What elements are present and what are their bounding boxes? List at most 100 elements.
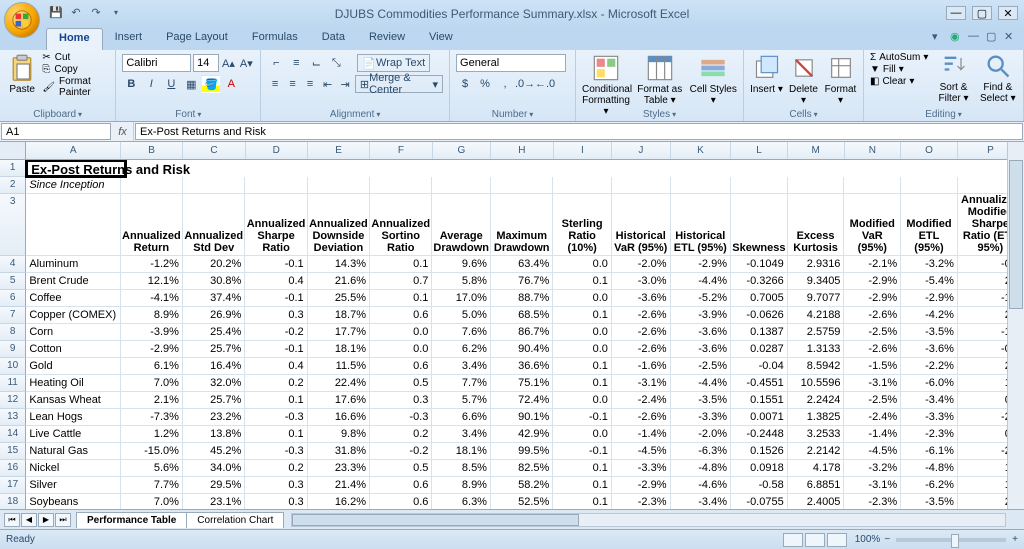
- cell[interactable]: Nickel: [26, 460, 120, 477]
- cell[interactable]: 52.5%: [491, 494, 553, 509]
- clipboard-group-label[interactable]: Clipboard: [0, 109, 115, 120]
- cell[interactable]: Gold: [26, 358, 120, 375]
- comma-icon[interactable]: ,: [496, 75, 514, 93]
- cell[interactable]: Aluminum: [26, 256, 120, 273]
- cell[interactable]: 30.8%: [183, 273, 245, 290]
- cell[interactable]: 17.0%: [432, 290, 491, 307]
- cell[interactable]: 37.4%: [183, 290, 245, 307]
- cell[interactable]: 9.8%: [308, 426, 370, 443]
- cell[interactable]: -6.0%: [901, 375, 958, 392]
- cell[interactable]: -2.4%: [612, 392, 671, 409]
- horizontal-scrollbar[interactable]: [291, 513, 1006, 527]
- cell[interactable]: 75.1%: [491, 375, 553, 392]
- zoom-in-icon[interactable]: +: [1012, 534, 1018, 545]
- cell[interactable]: 34.0%: [183, 460, 245, 477]
- orientation-icon[interactable]: ⤡: [327, 54, 345, 72]
- column-header-N[interactable]: N: [845, 142, 902, 159]
- cell[interactable]: -1.5%: [844, 358, 901, 375]
- cell[interactable]: Annualized Return: [121, 194, 183, 256]
- cell[interactable]: 5.0%: [432, 307, 491, 324]
- align-middle-icon[interactable]: ≡: [287, 54, 305, 72]
- cell[interactable]: 0.5: [370, 375, 432, 392]
- cell[interactable]: -0.1: [553, 443, 612, 460]
- cell[interactable]: -4.4%: [671, 273, 731, 290]
- column-header-F[interactable]: F: [370, 142, 432, 159]
- column-header-I[interactable]: I: [554, 142, 613, 159]
- wrap-text-button[interactable]: 📄 Wrap Text: [357, 54, 430, 72]
- indent-dec-icon[interactable]: ⇤: [320, 75, 336, 93]
- cell[interactable]: -2.9%: [121, 341, 183, 358]
- cell[interactable]: 1.3825: [788, 409, 845, 426]
- cell[interactable]: 90.4%: [491, 341, 553, 358]
- cell[interactable]: -5.2%: [671, 290, 731, 307]
- percent-icon[interactable]: %: [476, 75, 494, 93]
- cell[interactable]: 8.9%: [121, 307, 183, 324]
- cell[interactable]: 25.5%: [308, 290, 370, 307]
- cell[interactable]: 6.2%: [432, 341, 491, 358]
- name-box[interactable]: [1, 123, 111, 140]
- cell[interactable]: 12.1%: [121, 273, 183, 290]
- cell[interactable]: 0.1: [553, 273, 612, 290]
- cell[interactable]: [789, 160, 845, 177]
- row-header-16[interactable]: 16: [0, 460, 26, 477]
- workbook-restore-icon[interactable]: ▢: [986, 30, 1000, 44]
- cell[interactable]: 0.1: [553, 358, 612, 375]
- row-header-10[interactable]: 10: [0, 358, 26, 375]
- cell[interactable]: [432, 177, 491, 194]
- cell[interactable]: -2.6%: [612, 409, 671, 426]
- cell[interactable]: [121, 177, 183, 194]
- cell[interactable]: 0.0: [553, 392, 612, 409]
- cell[interactable]: 45.2%: [183, 443, 245, 460]
- cell[interactable]: -3.5%: [901, 324, 958, 341]
- cell[interactable]: 0.1: [370, 290, 432, 307]
- workbook-min-icon[interactable]: —: [968, 30, 982, 44]
- cell[interactable]: [26, 194, 120, 256]
- cell[interactable]: 42.9%: [491, 426, 553, 443]
- cell[interactable]: -2.5%: [671, 358, 731, 375]
- cell[interactable]: 2.2142: [788, 443, 845, 460]
- cell[interactable]: Annualized Sharpe Ratio: [245, 194, 307, 256]
- cell[interactable]: -0.0626: [731, 307, 788, 324]
- cell[interactable]: 7.0%: [121, 375, 183, 392]
- office-button[interactable]: [4, 2, 40, 38]
- cell[interactable]: -2.0%: [612, 256, 671, 273]
- column-header-M[interactable]: M: [788, 142, 845, 159]
- cell[interactable]: -0.2: [370, 443, 432, 460]
- cell[interactable]: Historical VaR (95%): [612, 194, 671, 256]
- cell[interactable]: 0.1: [245, 392, 307, 409]
- alignment-group-label[interactable]: Alignment: [261, 109, 449, 120]
- align-center-icon[interactable]: ≡: [285, 75, 301, 93]
- cell[interactable]: -15.0%: [121, 443, 183, 460]
- cell[interactable]: 0.6: [370, 494, 432, 509]
- cell[interactable]: Corn: [26, 324, 120, 341]
- cell[interactable]: Cotton: [26, 341, 120, 358]
- column-header-D[interactable]: D: [246, 142, 308, 159]
- cell[interactable]: 17.7%: [308, 324, 370, 341]
- cell[interactable]: -3.6%: [901, 341, 958, 358]
- cell[interactable]: Annualized Downside Deviation: [308, 194, 370, 256]
- cell[interactable]: Historical ETL (95%): [671, 194, 731, 256]
- cell[interactable]: Maximum Drawdown: [491, 194, 553, 256]
- cell[interactable]: -0.3: [245, 409, 307, 426]
- cell[interactable]: -2.3%: [844, 494, 901, 509]
- maximize-button[interactable]: ▢: [972, 6, 992, 20]
- underline-button[interactable]: U: [162, 75, 180, 93]
- view-normal-icon[interactable]: [783, 533, 803, 547]
- cell[interactable]: -3.6%: [612, 290, 671, 307]
- column-header-K[interactable]: K: [671, 142, 731, 159]
- cell[interactable]: -4.5%: [612, 443, 671, 460]
- cell[interactable]: Coffee: [26, 290, 120, 307]
- cell[interactable]: -2.9%: [844, 290, 901, 307]
- row-header-9[interactable]: 9: [0, 341, 26, 358]
- cell[interactable]: Lean Hogs: [26, 409, 120, 426]
- font-color-icon[interactable]: A: [222, 75, 240, 93]
- cell[interactable]: -3.1%: [844, 375, 901, 392]
- cell[interactable]: -0.2: [245, 324, 307, 341]
- cell[interactable]: 0.1: [553, 460, 612, 477]
- cell[interactable]: -0.4551: [731, 375, 788, 392]
- cell[interactable]: 9.6%: [432, 256, 491, 273]
- cell[interactable]: 3.2533: [788, 426, 845, 443]
- cell[interactable]: -2.9%: [612, 477, 671, 494]
- cell[interactable]: -0.1049: [731, 256, 788, 273]
- cell[interactable]: 23.1%: [183, 494, 245, 509]
